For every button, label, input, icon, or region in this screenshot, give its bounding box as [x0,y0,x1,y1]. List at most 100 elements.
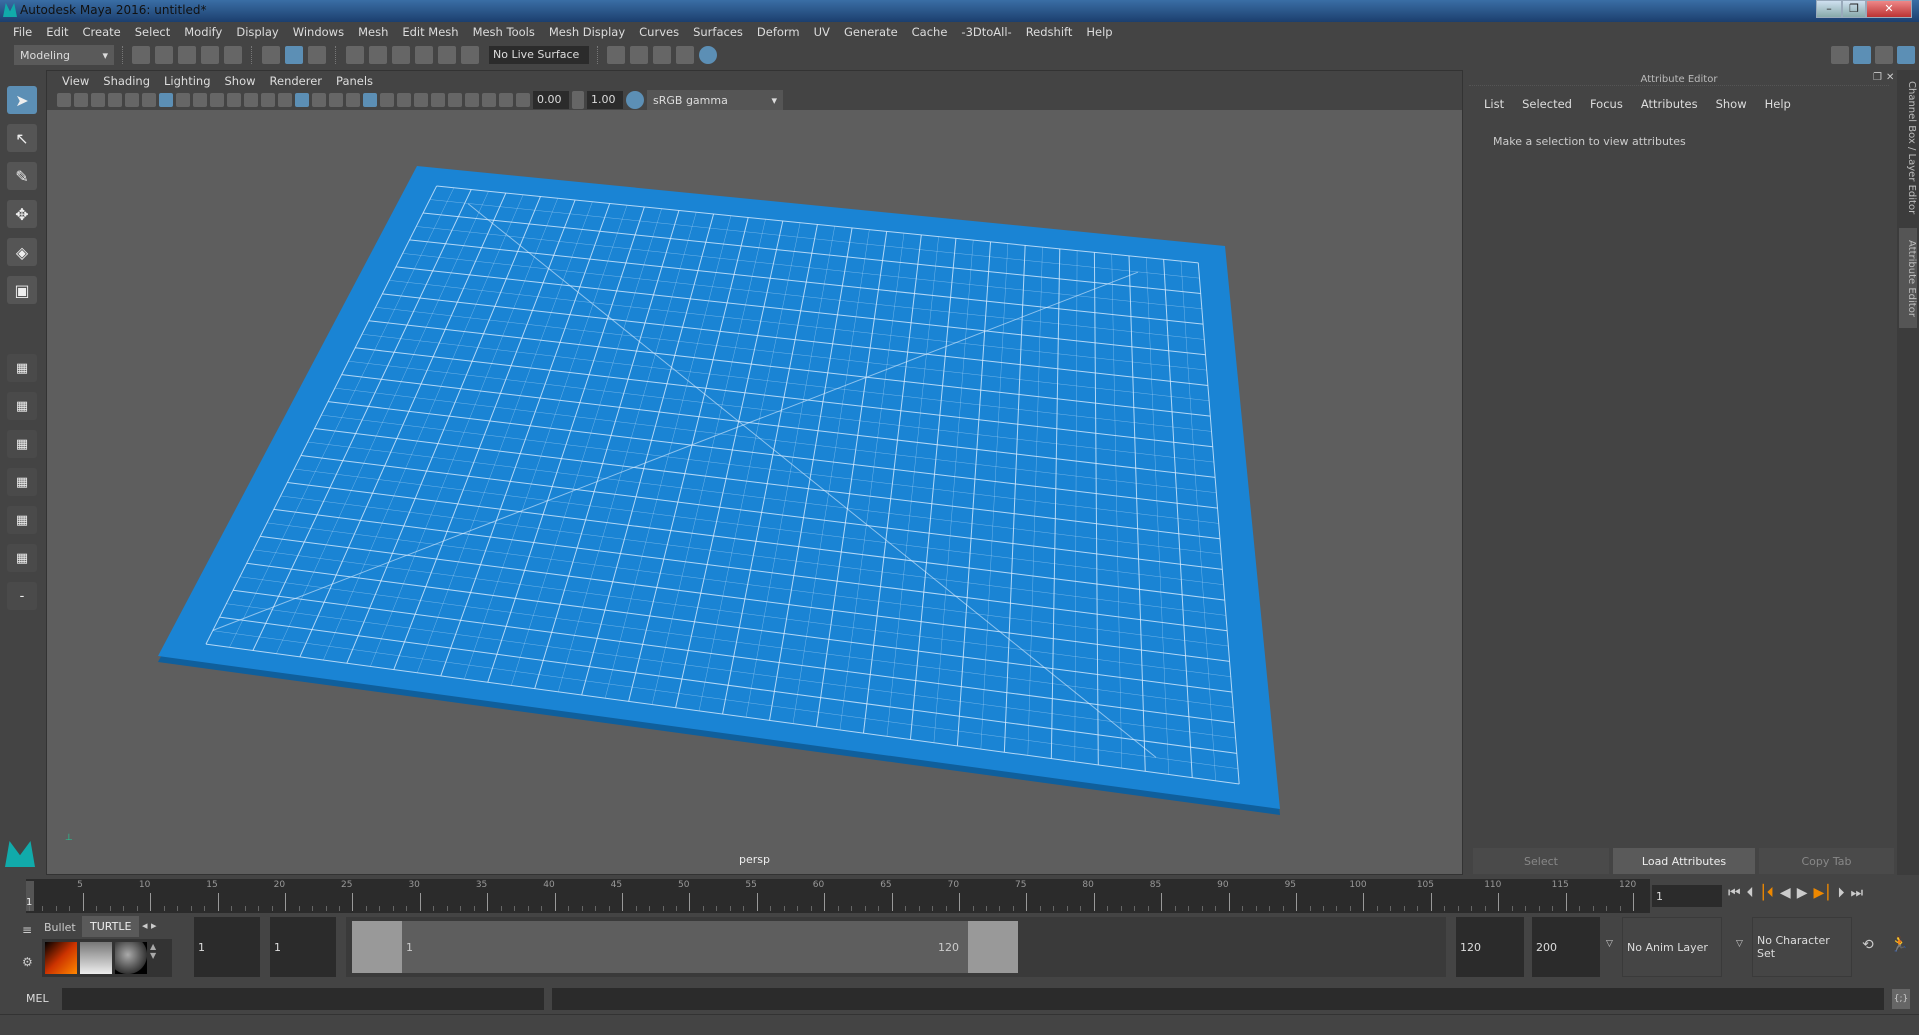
layout-hypershade-icon[interactable]: ▦ [7,544,37,572]
tab-attribute-editor[interactable]: Attribute Editor [1899,228,1917,328]
copy-tab-button[interactable]: Copy Tab [1759,848,1894,874]
step-back-key-icon[interactable]: ⏴ [1747,885,1754,901]
ipr-render-icon[interactable] [653,46,671,64]
grid-icon[interactable] [159,93,173,107]
undo-icon[interactable] [201,46,219,64]
viewport-menu-lighting[interactable]: Lighting [157,71,217,90]
load-attributes-button[interactable]: Load Attributes [1613,848,1755,874]
step-forward-frame-icon[interactable]: ▶⎮ [1813,885,1831,901]
script-editor-icon[interactable]: {;} [1892,989,1910,1009]
auto-key-icon[interactable]: ⟲ [1862,937,1874,953]
chevron-down-icon[interactable]: ▽ [1736,939,1743,949]
layout-four-icon[interactable]: ▦ [7,392,37,420]
range-slider-bar[interactable] [352,921,1018,973]
isolate-select-icon[interactable] [448,93,462,107]
new-scene-icon[interactable] [132,46,150,64]
shadows-icon[interactable] [363,93,377,107]
menu-mesh-tools[interactable]: Mesh Tools [466,22,542,42]
layout-minus-icon[interactable]: - [7,582,37,610]
field-chart-icon[interactable] [227,93,241,107]
range-start-field[interactable]: 1 [270,917,336,977]
render-shelf-icon[interactable] [80,942,112,974]
channel-box-icon[interactable] [1897,46,1915,64]
select-by-component-icon[interactable] [308,46,326,64]
menu-display[interactable]: Display [229,22,285,42]
attribute-menu-focus[interactable]: Focus [1581,94,1632,114]
step-forward-key-icon[interactable]: ⏵ [1838,885,1845,901]
camera-attributes-icon[interactable] [74,93,88,107]
select-by-object-icon[interactable] [285,46,303,64]
paint-select-icon[interactable]: ✎ [7,162,37,190]
xray-components-icon[interactable] [499,93,513,107]
menu-select[interactable]: Select [128,22,177,42]
image-plane-icon[interactable] [108,93,122,107]
menu-mesh-display[interactable]: Mesh Display [542,22,632,42]
tool-settings-icon[interactable] [1875,46,1893,64]
restore-button[interactable]: ❐ [1842,0,1866,18]
snap-view-icon[interactable] [415,46,433,64]
motion-blur-icon[interactable] [397,93,411,107]
menu-surfaces[interactable]: Surfaces [686,22,750,42]
menu-modify[interactable]: Modify [177,22,229,42]
shelf-tab-arrows-icon[interactable]: ◂ ▸ [142,919,157,932]
range-start-handle[interactable] [352,921,402,973]
minimize-button[interactable]: – [1816,0,1842,18]
float-panel-icon[interactable]: ❐ [1873,72,1882,83]
menu-mesh[interactable]: Mesh [351,22,395,42]
snap-grid-icon[interactable] [346,46,364,64]
viewport-menu-show[interactable]: Show [218,71,263,90]
attribute-menu-attributes[interactable]: Attributes [1632,94,1707,114]
menu-edit-mesh[interactable]: Edit Mesh [395,22,465,42]
open-scene-icon[interactable] [155,46,173,64]
layout-outliner-icon[interactable]: ▦ [7,468,37,496]
layout-graph-icon[interactable]: ▦ [7,506,37,534]
render-frame-icon[interactable] [630,46,648,64]
go-to-end-icon[interactable]: ⏭ [1851,885,1864,901]
viewport-panel[interactable]: View Shading Lighting Show Renderer Panels 0.… [5,70,1464,875]
viewport-menu-shading[interactable]: Shading [96,71,157,90]
menu-help[interactable]: Help [1079,22,1119,42]
save-scene-icon[interactable] [178,46,196,64]
snap-surface-icon[interactable] [438,46,456,64]
menu-deform[interactable]: Deform [750,22,807,42]
fire-shelf-icon[interactable] [45,942,77,974]
render-view-icon[interactable] [607,46,625,64]
play-forwards-icon[interactable]: ▶ [1797,885,1808,901]
range-end-field[interactable]: 120 [1456,917,1524,977]
shelf-menu-icon[interactable]: ≡ [22,923,32,937]
attribute-menu-show[interactable]: Show [1707,94,1756,114]
2d-pan-icon[interactable] [125,93,139,107]
close-button[interactable]: ✕ [1866,0,1912,18]
redo-icon[interactable] [224,46,242,64]
viewport-menu-renderer[interactable]: Renderer [263,71,330,90]
bookmark-icon[interactable] [91,93,105,107]
shelf-settings-icon[interactable]: ⚙ [22,955,33,969]
camera-icon[interactable] [57,93,71,107]
layout-two-icon[interactable]: ▦ [7,430,37,458]
tab-channel-box[interactable]: Channel Box / Layer Editor [1899,78,1917,218]
time-ruler[interactable]: 1 5 10 15 20 25 30 35 40 45 50 55 60 65 70 75 80 85 90 95 10… [26,879,1650,913]
menu-uv[interactable]: UV [807,22,837,42]
gate-mask-icon[interactable] [210,93,224,107]
color-space-dropdown[interactable]: sRGB gamma ▾ [647,90,783,110]
render-settings-icon[interactable] [676,46,694,64]
time-slider[interactable]: 1 5 10 15 20 25 30 35 40 45 50 55 60 65 70 75 80 85 90 95 10… [0,879,1919,913]
depth-of-field-icon[interactable] [431,93,445,107]
modeling-toolkit-icon[interactable] [1831,46,1849,64]
menu-cache[interactable]: Cache [905,22,955,42]
menu--3dtoall-[interactable]: -3DtoAll- [954,22,1018,42]
color-management-toggle-icon[interactable] [626,91,644,109]
go-to-start-icon[interactable]: ⏮ [1728,885,1741,901]
attribute-menu-selected[interactable]: Selected [1513,94,1581,114]
scene-canvas[interactable] [47,110,1464,875]
snap-curve-icon[interactable] [369,46,387,64]
move-tool-icon[interactable]: ✥ [7,200,37,228]
attribute-editor-toggle-icon[interactable] [1853,46,1871,64]
layout-single-icon[interactable]: ▦ [7,354,37,382]
anti-aliasing-icon[interactable] [414,93,428,107]
snap-point-icon[interactable] [392,46,410,64]
exposure-field[interactable]: 0.00 [533,91,569,109]
end-time-field[interactable]: 200 [1532,917,1600,977]
screen-space-ao-icon[interactable] [380,93,394,107]
exposure-icon[interactable] [516,93,530,107]
